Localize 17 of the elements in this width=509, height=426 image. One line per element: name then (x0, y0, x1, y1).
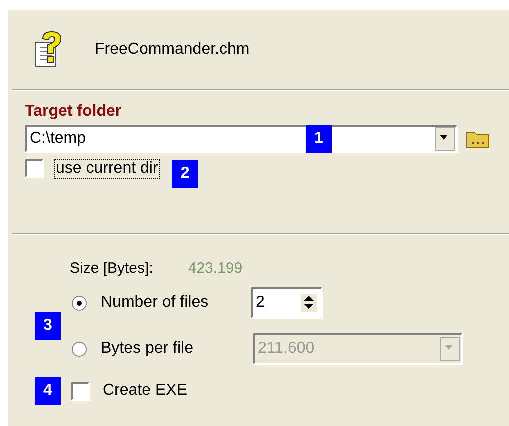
size-label: Size [Bytes]: (70, 260, 154, 277)
section-heading: Target folder (25, 103, 123, 121)
number-badge: 3 (35, 312, 61, 340)
file-name: FreeCommander.chm (95, 40, 250, 58)
number-badge: 4 (35, 377, 61, 405)
checkbox[interactable] (25, 159, 44, 178)
size-value: 423.199 (188, 260, 243, 277)
radio-label[interactable]: Number of files (101, 294, 251, 312)
number-spin-box[interactable]: 2 (251, 287, 323, 319)
radio-button[interactable] (72, 296, 87, 310)
folder-combo-box[interactable]: C:\temp 1 (25, 125, 458, 153)
checkbox[interactable] (71, 382, 90, 400)
number-badge: 1 (306, 125, 332, 153)
checkbox-label[interactable]: Create EXE (103, 382, 253, 400)
number-badge: 2 (172, 160, 198, 188)
checkbox-label[interactable]: use current dir (54, 159, 160, 179)
spin-arrows-icon[interactable] (301, 294, 317, 312)
